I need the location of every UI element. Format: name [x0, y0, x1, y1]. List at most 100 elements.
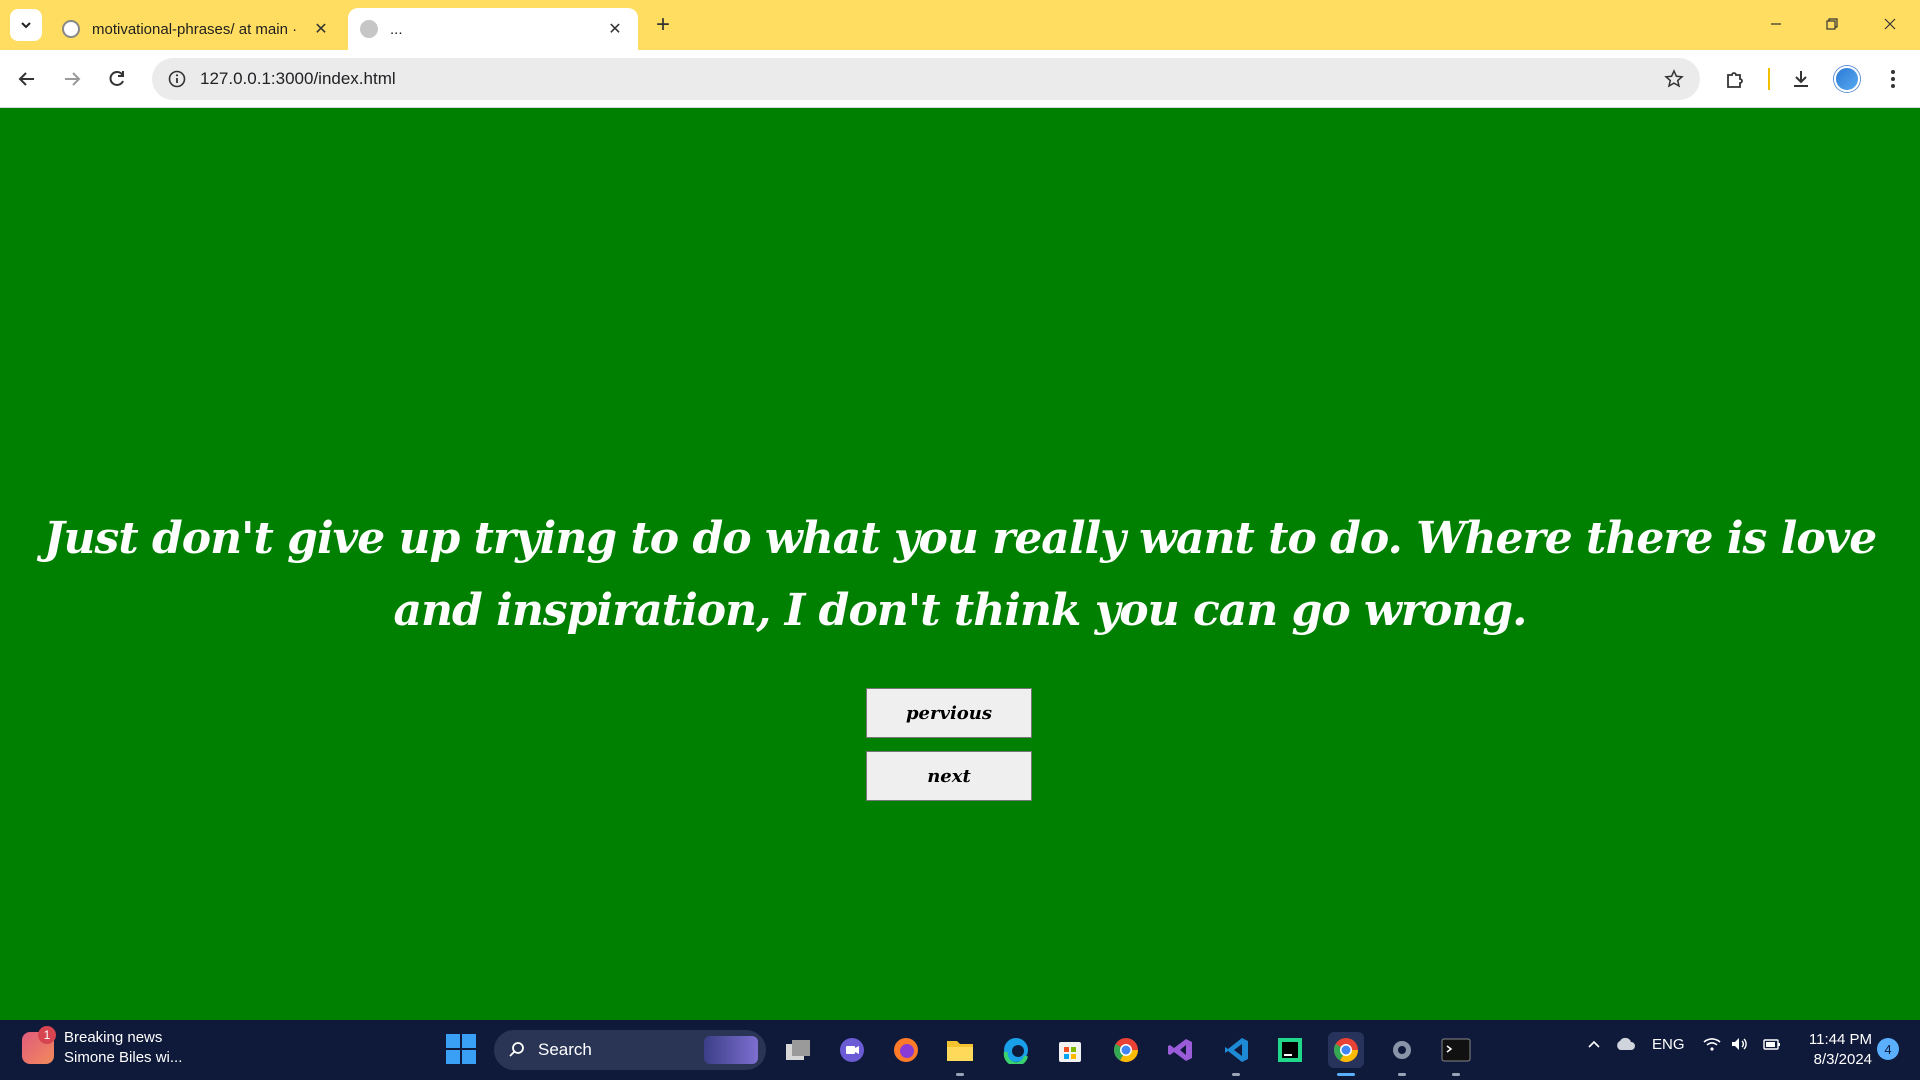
more-vertical-icon — [1891, 70, 1895, 88]
video-chat-icon — [840, 1038, 864, 1062]
edge-icon — [1003, 1038, 1028, 1064]
taskbar-app-firefox[interactable] — [888, 1032, 924, 1068]
downloads-button[interactable] — [1784, 62, 1818, 96]
site-info-icon[interactable] — [162, 64, 192, 94]
bookmark-star-icon[interactable] — [1662, 67, 1686, 91]
windows-logo-tile — [462, 1050, 476, 1064]
language-indicator[interactable]: ENG — [1652, 1036, 1685, 1053]
taskbar-app-chrome[interactable] — [1108, 1032, 1144, 1068]
close-window-button[interactable] — [1868, 6, 1912, 42]
url-text[interactable]: 127.0.0.1:3000/index.html — [200, 69, 396, 89]
avatar — [1834, 66, 1860, 92]
news-headline: Breaking news — [64, 1029, 163, 1046]
close-icon[interactable]: ✕ — [604, 18, 626, 40]
volume-tray-button[interactable] — [1730, 1036, 1750, 1056]
restore-button[interactable] — [1810, 6, 1854, 42]
windows-logo-tile — [462, 1034, 476, 1048]
search-highlight-image — [704, 1036, 758, 1064]
browser-menu-button[interactable] — [1876, 62, 1910, 96]
back-button[interactable] — [10, 62, 44, 96]
arrow-left-icon — [18, 72, 34, 86]
windows-logo-tile — [446, 1034, 460, 1048]
tab-search-button[interactable] — [10, 9, 42, 41]
speaker-icon — [1732, 1038, 1747, 1050]
task-view-icon — [786, 1040, 810, 1060]
news-widget[interactable]: 1 Breaking news Simone Biles wi... — [22, 1026, 183, 1068]
taskbar-app-file-explorer[interactable] — [942, 1032, 978, 1076]
taskbar: 1 Breaking news Simone Biles wi... Searc… — [0, 1020, 1920, 1080]
show-hidden-icons-button[interactable] — [1586, 1036, 1602, 1056]
arrow-right-icon — [65, 72, 81, 86]
taskbar-app-visual-studio[interactable] — [1162, 1032, 1198, 1068]
running-indicator — [956, 1073, 964, 1076]
windows-logo-tile — [446, 1050, 460, 1064]
profile-button[interactable] — [1830, 62, 1864, 96]
taskbar-app-settings[interactable] — [1384, 1032, 1420, 1076]
battery-icon — [1763, 1039, 1780, 1050]
next-button[interactable]: next — [866, 751, 1032, 801]
firefox-icon — [894, 1038, 918, 1062]
gear-icon — [1393, 1041, 1411, 1059]
github-icon — [62, 20, 80, 38]
chevron-down-icon — [21, 22, 31, 29]
taskbar-app-edge[interactable] — [998, 1032, 1034, 1068]
search-icon — [509, 1042, 524, 1057]
clock-time: 11:44 PM — [1808, 1031, 1872, 1048]
close-icon — [1884, 18, 1896, 30]
minimize-button[interactable] — [1754, 6, 1798, 42]
cloud-icon — [1617, 1037, 1635, 1050]
chrome-icon — [1333, 1038, 1358, 1063]
taskbar-app-vscode[interactable] — [1218, 1032, 1254, 1076]
taskbar-app-meet[interactable] — [834, 1032, 870, 1068]
chevron-up-icon — [1588, 1040, 1600, 1048]
taskbar-app-pycharm[interactable] — [1272, 1032, 1308, 1068]
store-icon — [1059, 1042, 1081, 1062]
news-subtext: Simone Biles wi... — [64, 1049, 183, 1066]
puzzle-icon — [1727, 72, 1743, 88]
news-icon: 1 — [22, 1026, 56, 1064]
wifi-icon — [1703, 1038, 1721, 1051]
previous-button[interactable]: pervious — [866, 688, 1032, 738]
tab-strip: motivational-phrases/ at main · ✕ ... ✕ … — [0, 0, 1920, 50]
tab-current[interactable]: ... ✕ — [348, 8, 638, 50]
tab-title: ... — [390, 20, 403, 38]
folder-icon — [947, 1041, 973, 1061]
restore-icon — [1826, 18, 1838, 30]
tab-title: motivational-phrases/ at main · — [92, 20, 298, 38]
news-badge: 1 — [38, 1026, 56, 1044]
reload-button[interactable] — [100, 62, 134, 96]
toolbar-divider — [1768, 68, 1770, 90]
running-indicator — [1337, 1073, 1355, 1076]
chrome-icon — [1113, 1038, 1138, 1063]
start-button[interactable] — [446, 1034, 476, 1064]
tab-github[interactable]: motivational-phrases/ at main · ✕ — [50, 8, 344, 50]
close-icon[interactable]: ✕ — [310, 18, 332, 40]
onedrive-tray-button[interactable] — [1614, 1036, 1636, 1056]
taskbar-app-chrome-active[interactable] — [1328, 1032, 1364, 1076]
battery-tray-button[interactable] — [1762, 1036, 1782, 1056]
taskbar-app-terminal[interactable] — [1438, 1032, 1474, 1076]
forward-button[interactable] — [55, 62, 89, 96]
visual-studio-icon — [1168, 1039, 1192, 1061]
taskbar-app-store[interactable] — [1052, 1032, 1088, 1068]
reload-icon — [109, 70, 124, 86]
minimize-icon — [1771, 23, 1781, 25]
task-view-button[interactable] — [780, 1032, 816, 1068]
browser-toolbar: 127.0.0.1:3000/index.html — [0, 50, 1920, 108]
page-content: Just don't give up trying to do what you… — [0, 108, 1920, 1020]
taskbar-search[interactable]: Search — [494, 1030, 766, 1070]
notification-badge[interactable]: 4 — [1877, 1038, 1899, 1060]
clock-date: 8/3/2024 — [1813, 1051, 1872, 1068]
clock[interactable]: 11:44 PM 8/3/2024 — [1800, 1030, 1872, 1070]
address-bar[interactable]: 127.0.0.1:3000/index.html — [152, 58, 1700, 100]
globe-icon — [360, 20, 378, 38]
new-tab-button[interactable]: + — [648, 10, 678, 40]
running-indicator — [1452, 1073, 1460, 1076]
search-label: Search — [538, 1040, 592, 1059]
download-icon — [1794, 71, 1808, 87]
wifi-tray-button[interactable] — [1702, 1036, 1722, 1056]
running-indicator — [1232, 1073, 1240, 1076]
quote-text: Just don't give up trying to do what you… — [43, 513, 1878, 636]
terminal-icon — [1441, 1038, 1471, 1062]
extensions-button[interactable] — [1718, 62, 1752, 96]
